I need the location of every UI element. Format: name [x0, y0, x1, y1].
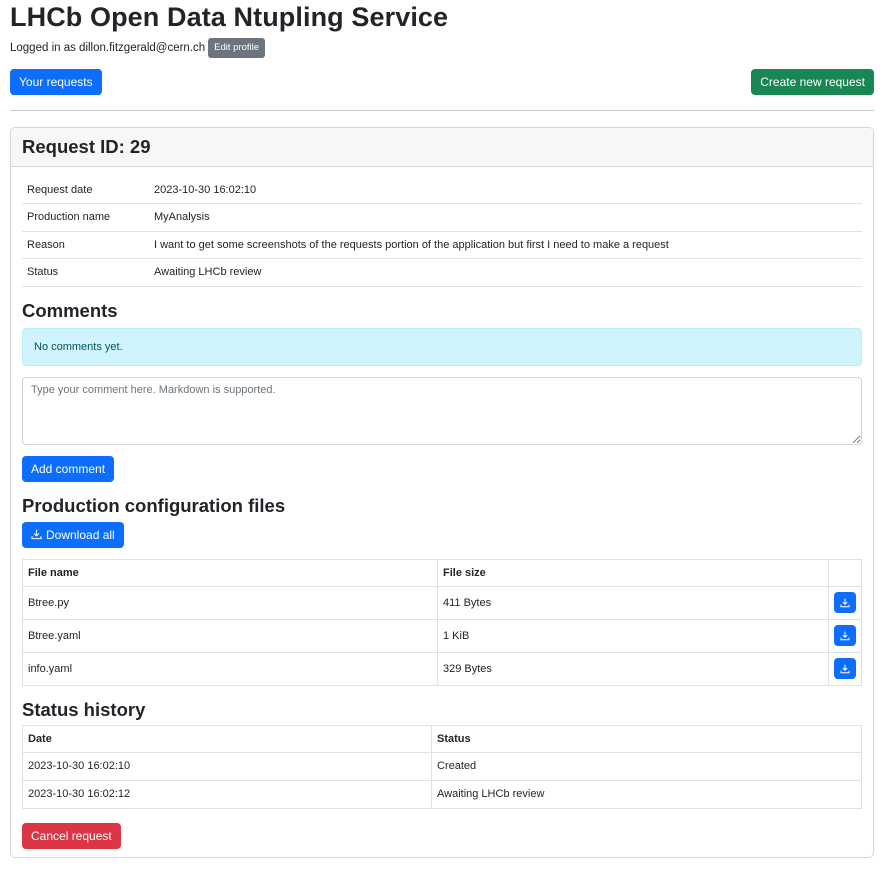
column-header-actions [828, 558, 862, 587]
info-key: Request date [22, 176, 149, 204]
column-header-file-size: File size [437, 558, 829, 587]
request-card-body: Request date 2023-10-30 16:02:10 Product… [11, 167, 873, 849]
file-size: 329 Bytes [437, 651, 829, 686]
login-status: Logged in as dillon.fitzgerald@cern.ch E… [10, 38, 874, 58]
request-info-table: Request date 2023-10-30 16:02:10 Product… [22, 176, 862, 287]
download-icon [840, 598, 850, 608]
table-row: 2023-10-30 16:02:12 Awaiting LHCb review [22, 779, 862, 809]
file-name: Btree.yaml [22, 618, 438, 653]
top-actions: Your requests Create new request [10, 69, 874, 95]
download-icon [840, 664, 850, 674]
request-card-header: Request ID: 29 [11, 128, 873, 167]
cancel-request-button[interactable]: Cancel request [22, 822, 121, 849]
no-comments-alert: No comments yet. [22, 327, 862, 366]
no-comments-text: No comments yet. [34, 340, 123, 353]
info-key: Production name [22, 203, 149, 232]
your-requests-button[interactable]: Your requests [10, 69, 102, 95]
download-all-button[interactable]: Download all [22, 521, 124, 548]
download-file-button[interactable] [834, 592, 856, 613]
file-name: info.yaml [22, 651, 438, 686]
column-header-file-name: File name [22, 558, 438, 587]
file-size: 411 Bytes [437, 585, 829, 620]
download-icon [840, 631, 850, 641]
file-name: Btree.py [22, 585, 438, 620]
history-date: 2023-10-30 16:02:12 [22, 779, 432, 809]
request-title: Request ID: 29 [22, 136, 151, 157]
files-heading: Production configuration files [22, 494, 286, 516]
column-header-status: Status [431, 724, 862, 753]
table-row: info.yaml 329 Bytes [22, 651, 862, 686]
logged-in-text: Logged in as dillon.fitzgerald@cern.ch [10, 42, 206, 54]
request-card: Request ID: 29 Request date 2023-10-30 1… [10, 127, 874, 858]
status-history-heading: Status history [22, 698, 146, 720]
info-row-production-name: Production name MyAnalysis [22, 203, 862, 232]
info-value: 2023-10-30 16:02:10 [149, 176, 862, 204]
page-title: LHCb Open Data Ntupling Service [10, 2, 449, 32]
file-size: 1 KiB [437, 618, 829, 653]
history-status: Created [431, 751, 862, 781]
history-date: 2023-10-30 16:02:10 [22, 751, 432, 781]
edit-profile-button[interactable]: Edit profile [208, 38, 266, 58]
download-all-label: Download all [46, 527, 115, 542]
info-key: Status [22, 258, 149, 287]
column-header-date: Date [22, 724, 432, 753]
download-icon [31, 529, 42, 540]
add-comment-button[interactable]: Add comment [22, 455, 115, 482]
page: LHCb Open Data Ntupling Service Logged i… [0, 0, 884, 858]
download-file-button[interactable] [834, 625, 856, 646]
table-row: Btree.py 411 Bytes [22, 585, 862, 620]
info-value: MyAnalysis [149, 203, 862, 232]
history-header-row: Date Status [22, 724, 862, 753]
info-row-request-date: Request date 2023-10-30 16:02:10 [22, 176, 862, 204]
create-request-button[interactable]: Create new request [751, 69, 874, 95]
status-history-table: Date Status 2023-10-30 16:02:10 Created … [22, 724, 862, 809]
download-file-button[interactable] [834, 658, 856, 679]
comment-input[interactable] [22, 376, 862, 445]
table-row: 2023-10-30 16:02:10 Created [22, 751, 862, 781]
files-header-row: File name File size [22, 558, 862, 587]
info-value: Awaiting LHCb review [149, 258, 862, 287]
info-key: Reason [22, 231, 149, 259]
info-row-status: Status Awaiting LHCb review [22, 258, 862, 287]
info-row-reason: Reason I want to get some screenshots of… [22, 231, 862, 259]
table-row: Btree.yaml 1 KiB [22, 618, 862, 653]
comments-heading: Comments [22, 299, 118, 321]
info-value: I want to get some screenshots of the re… [149, 231, 862, 259]
history-status: Awaiting LHCb review [431, 779, 862, 809]
files-table: File name File size Btree.py 411 Bytes B… [22, 558, 862, 686]
divider [10, 110, 874, 111]
